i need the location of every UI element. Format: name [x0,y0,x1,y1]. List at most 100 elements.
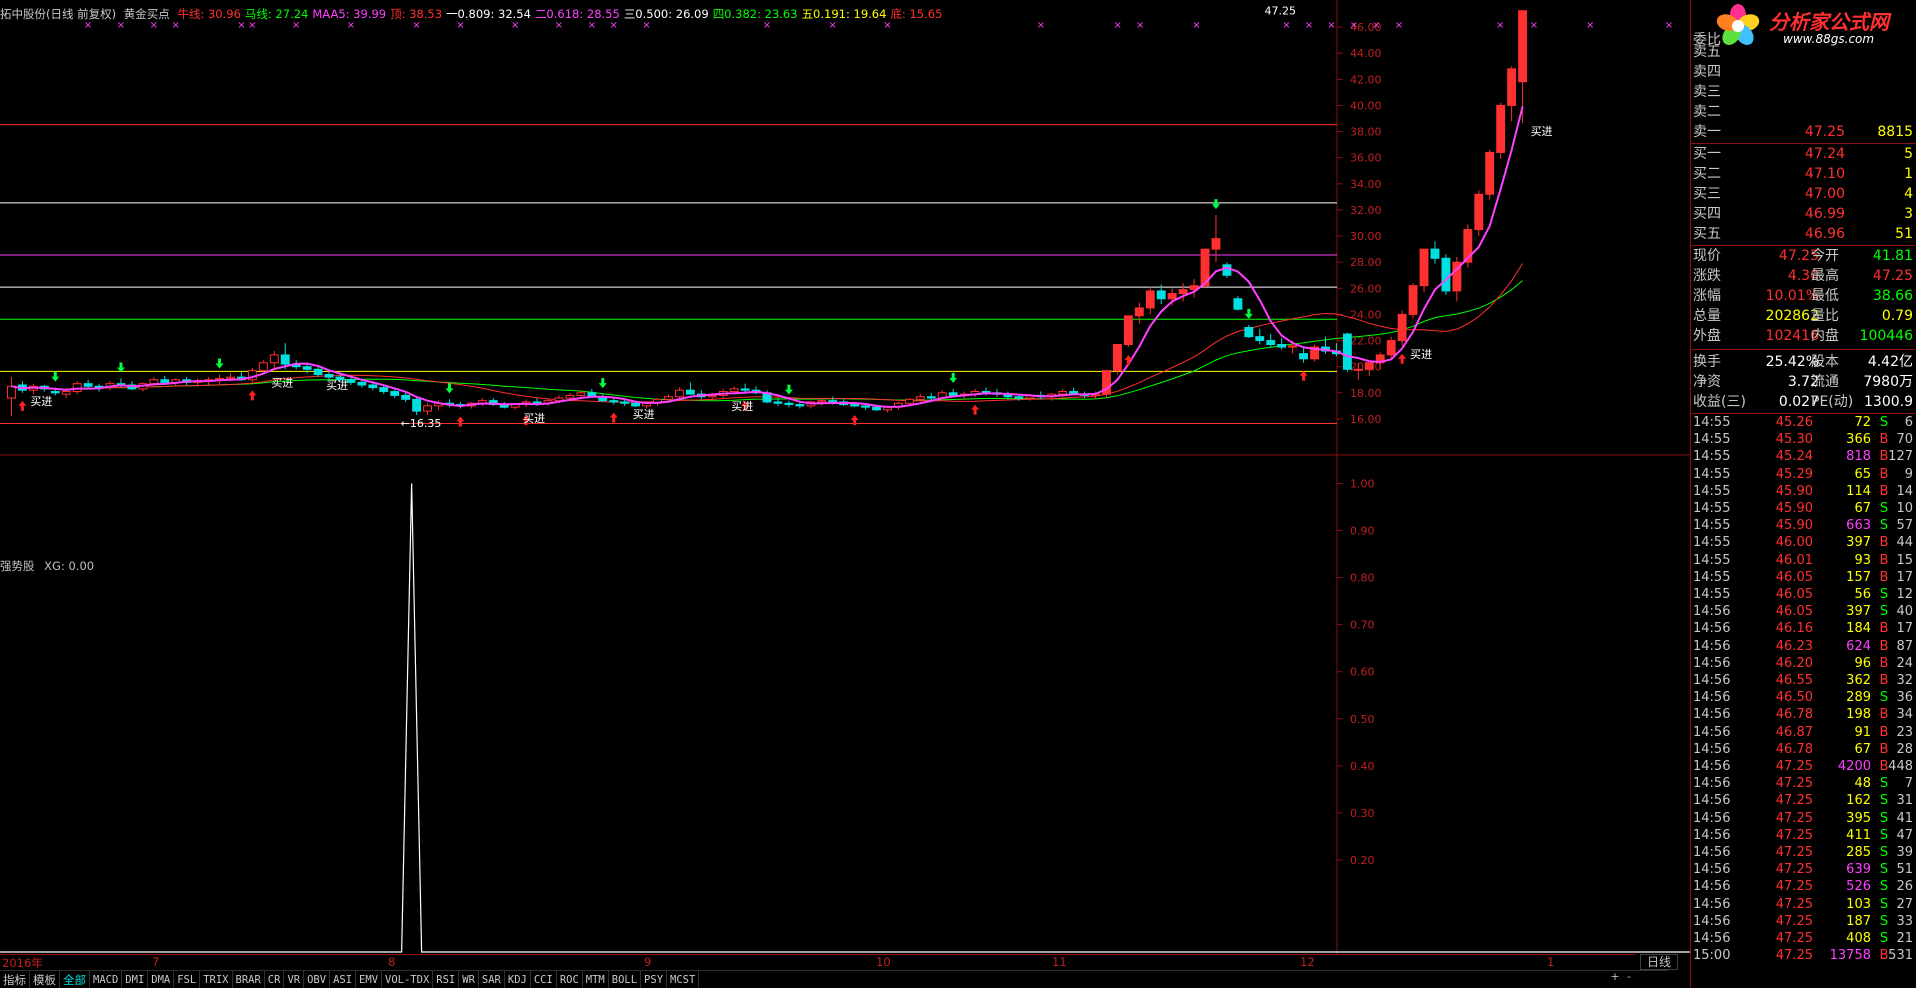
tick-direction: S [1879,690,1889,706]
candle-body [1255,336,1265,342]
tick-price: 47.25 [1775,827,1813,843]
stat-row: 现价 47.25 今开 41.81 [1693,246,1915,266]
candle [138,382,148,392]
tick-row: 14:56 47.25 4200 B 448 [1693,758,1915,776]
candle-body [532,401,542,404]
tab-psy[interactable]: PSY [641,971,668,988]
tick-volume: 395 [1846,810,1871,826]
orderbook-volume: 8815 [1877,124,1913,140]
tick-price: 47.25 [1775,810,1813,826]
buy-label: 买进 [271,377,293,390]
tab-brar[interactable]: BRAR [233,971,265,988]
tab-kdj[interactable]: KDJ [505,971,531,988]
tab-vol-tdx[interactable]: VOL-TDX [382,971,434,988]
tick-count: 47 [1896,827,1913,843]
tick-volume: 198 [1846,707,1871,723]
tab-boll[interactable]: BOLL [609,971,642,988]
tick-volume: 818 [1846,449,1871,465]
candle [1342,332,1352,372]
candle [28,383,38,395]
tab-模板[interactable]: 模板 [30,971,60,988]
candle-body [1397,313,1407,342]
tab-cr[interactable]: CR [265,971,285,988]
tick-price: 46.16 [1775,621,1813,637]
candle-body [1507,68,1517,106]
tick-row: 15:00 47.25 13758 B 531 [1693,947,1915,965]
tick-volume: 157 [1846,569,1871,585]
stat-value: 3.72 [1787,374,1819,390]
tab-dma[interactable]: DMA [148,971,175,988]
tab-add-button[interactable]: + [1608,970,1622,983]
candle [598,394,608,402]
candle [1233,296,1243,311]
buy-arrow-icon [971,404,980,415]
tick-row: 14:56 47.25 187 S 33 [1693,913,1915,931]
tick-price: 47.25 [1775,845,1813,860]
tab-全部[interactable]: 全部 [60,971,90,988]
orderbook-volume: 5 [1904,146,1913,162]
x-mark-icon: × [1530,20,1538,31]
tab-obv[interactable]: OBV [304,971,331,988]
stat-row: 收益(三) 0.027 PE(动) 1300.9 [1693,392,1915,412]
candle-body [1266,340,1276,345]
buy-arrow-icon [248,390,257,401]
tab-remove-button[interactable]: - [1622,970,1636,983]
candle-body [620,401,630,404]
candle-body [302,366,312,370]
candle [1266,334,1276,348]
tick-row: 14:56 47.25 162 S 31 [1693,792,1915,810]
tab-asi[interactable]: ASI [330,971,357,988]
tab-vr[interactable]: VR [284,971,305,988]
tick-time: 14:55 [1693,535,1731,551]
candle-body [1419,248,1429,287]
tab-roc[interactable]: ROC [557,971,583,988]
tab-rsi[interactable]: RSI [433,971,460,988]
tab-trix[interactable]: TRIX [200,971,233,988]
x-mark-icon: × [511,20,519,31]
tab-sar[interactable]: SAR [479,971,505,988]
tick-direction: S [1879,827,1889,843]
tick-count: 23 [1896,724,1913,740]
tick-count: 40 [1896,604,1913,620]
candle-body [313,368,323,376]
tab-指标[interactable]: 指标 [0,971,30,988]
period-selector[interactable]: 日线 [1640,954,1679,970]
tab-cci[interactable]: CCI [531,971,557,988]
tick-volume: 48 [1854,776,1871,792]
candle-body [1145,290,1155,309]
price-axis-label: 40.00 [1350,99,1382,112]
candle-body [1342,333,1352,370]
tick-time: 15:00 [1693,948,1731,964]
low-marker: ←16.35 [401,417,442,430]
orderbook-volume: 51 [1895,226,1913,242]
price-axis-label: 36.00 [1350,152,1382,165]
tick-price: 47.25 [1775,776,1813,792]
tab-dmi[interactable]: DMI [122,971,149,988]
tick-price: 46.05 [1775,569,1813,585]
tab-macd[interactable]: MACD [90,971,123,988]
tick-row: 14:55 46.00 397 B 44 [1693,534,1915,552]
tab-mcst[interactable]: MCST [667,971,700,988]
kline-chart[interactable]: 46.0044.0042.0040.0038.0036.0034.0032.00… [0,0,1690,970]
tick-time: 14:56 [1693,673,1731,688]
tick-direction: B [1879,741,1889,757]
tab-emv[interactable]: EMV [356,971,383,988]
candle [1310,344,1319,362]
candle-body [1058,391,1068,395]
candle-body [280,354,290,365]
tick-volume: 184 [1846,621,1871,637]
x-mark-icon: × [1192,20,1200,31]
candle-body [357,381,367,386]
tick-volume: 362 [1846,673,1871,688]
tab-mtm[interactable]: MTM [583,971,609,988]
tab-fsl[interactable]: FSL [174,971,201,988]
tick-volume: 91 [1854,724,1871,740]
tab-wr[interactable]: WR [459,971,479,988]
candle-body [269,354,279,364]
x-mark-icon: × [1496,20,1504,31]
orderbook-volume: 1 [1904,166,1913,182]
chart-area[interactable]: 拓中股份(日线 前复权) 黄金买点 牛线: 30.96 马线: 27.24 MAA5… [0,0,1690,988]
tick-count: 39 [1896,845,1913,860]
candle [1178,283,1188,302]
candle-body [861,405,871,408]
